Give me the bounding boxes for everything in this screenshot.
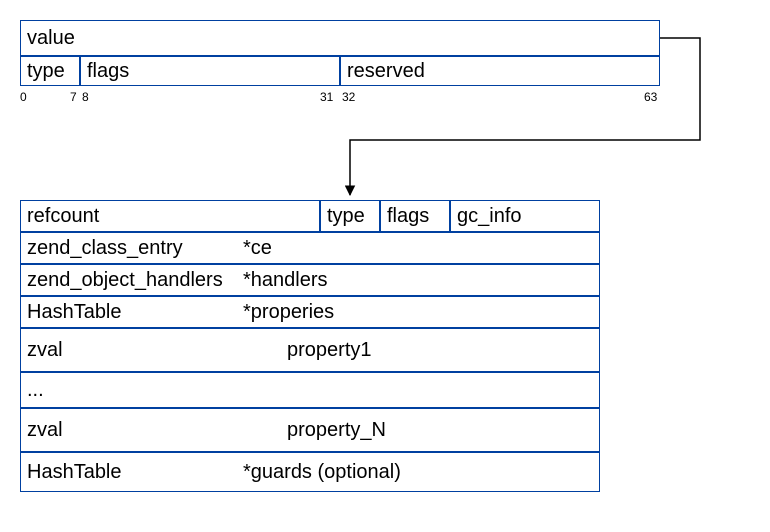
obj-propertyN-row: zval property_N [20,408,600,452]
zval-reserved-cell: reserved [340,56,660,86]
zval-flags-cell: flags [80,56,340,86]
obj-refcount-cell: refcount [20,200,320,232]
obj-flags-cell: flags [380,200,450,232]
obj-type-cell: type [320,200,380,232]
obj-gcinfo-cell: gc_info [450,200,600,232]
obj-ce-type: zend_class_entry [27,237,243,260]
obj-handlers-row: zend_object_handlers *handlers [20,264,600,296]
obj-guards-name: *guards (optional) [243,461,401,484]
bit-31: 31 [320,90,333,104]
obj-guards-type: HashTable [27,461,243,484]
bit-32: 32 [342,90,355,104]
obj-property1-row: zval property1 [20,328,600,372]
bit-7: 7 [70,90,77,104]
obj-property1-name: property1 [287,339,372,362]
bit-63: 63 [644,90,657,104]
obj-ce-name: *ce [243,237,272,260]
obj-propertyN-type: zval [27,419,287,442]
bit-0: 0 [20,90,27,104]
obj-guards-row: HashTable *guards (optional) [20,452,600,492]
obj-ellipsis-row: ... [20,372,600,408]
obj-property1-type: zval [27,339,287,362]
obj-handlers-type: zend_object_handlers [27,269,243,292]
obj-handlers-name: *handlers [243,269,328,292]
obj-ce-row: zend_class_entry *ce [20,232,600,264]
obj-properties-name: *properies [243,301,334,324]
obj-propertyN-name: property_N [287,419,386,442]
obj-properties-type: HashTable [27,301,243,324]
zval-type-cell: type [20,56,80,86]
zval-value-row: value [20,20,660,56]
obj-properties-row: HashTable *properies [20,296,600,328]
bit-8: 8 [82,90,89,104]
